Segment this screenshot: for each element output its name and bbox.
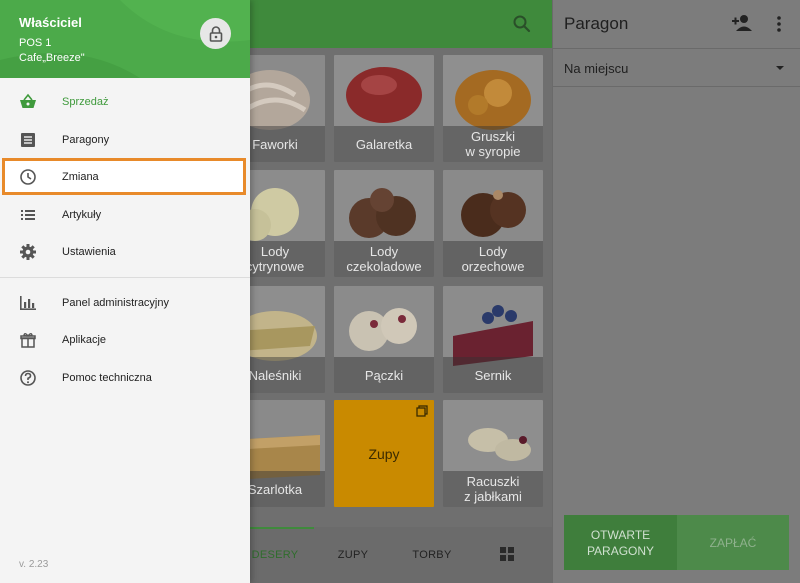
divider bbox=[553, 48, 800, 49]
lock-button[interactable] bbox=[200, 18, 231, 49]
tile-label: Lody czekoladowe bbox=[334, 241, 434, 277]
nav-label: Aplikacje bbox=[62, 334, 107, 346]
open-receipts-button[interactable]: OTWARTE PARAGONY bbox=[564, 515, 677, 570]
search-icon[interactable] bbox=[510, 12, 534, 36]
nav-label: Ustawienia bbox=[62, 246, 116, 258]
product-tile[interactable]: Lody orzechowe bbox=[443, 170, 543, 277]
nav-item-artykuly[interactable]: Artykuły bbox=[0, 197, 250, 233]
nav-item-paragony[interactable]: Paragony bbox=[0, 122, 250, 158]
bar-chart-icon bbox=[20, 296, 36, 310]
user-role: Właściciel bbox=[19, 15, 82, 30]
divider bbox=[0, 277, 250, 278]
product-tile[interactable]: Pączki bbox=[334, 286, 434, 393]
add-customer-icon[interactable] bbox=[731, 13, 753, 33]
list-icon bbox=[21, 210, 35, 220]
product-tile[interactable]: Galaretka bbox=[334, 55, 434, 162]
tile-label: Galaretka bbox=[334, 126, 434, 162]
nav-item-aplikacje[interactable]: Aplikacje bbox=[0, 322, 250, 358]
nav-item-zmiana[interactable]: Zmiana bbox=[0, 159, 250, 195]
product-tile[interactable]: Racuszki z jabłkami bbox=[443, 400, 543, 507]
nav-label: Artykuły bbox=[62, 209, 102, 221]
receipt-panel: Paragon Na miejscu OTWARTE PARAGONY ZAPŁ… bbox=[552, 0, 800, 583]
dropdown-arrow-icon[interactable] bbox=[775, 64, 785, 72]
nav-label: Zmiana bbox=[62, 171, 99, 183]
nav-label: Panel administracyjny bbox=[62, 297, 169, 309]
navigation-drawer: Właściciel POS 1 Cafe„Breeze" Sprzedaż P… bbox=[0, 0, 250, 583]
tile-label: Gruszki w syropie bbox=[443, 126, 543, 162]
tile-label: Racuszki z jabłkami bbox=[443, 471, 543, 507]
tab-desery[interactable]: DESERY bbox=[250, 527, 300, 583]
basket-icon bbox=[20, 93, 36, 108]
divider bbox=[553, 86, 800, 87]
nav-item-ustawienia[interactable]: Ustawienia bbox=[0, 234, 250, 270]
clock-icon bbox=[20, 169, 36, 185]
product-tile[interactable]: Sernik bbox=[443, 286, 543, 393]
folder-stack-icon bbox=[416, 405, 428, 417]
pos-name: POS 1 bbox=[19, 37, 52, 49]
app-version: v. 2.23 bbox=[19, 559, 49, 570]
tile-label: Sernik bbox=[443, 357, 543, 393]
more-vert-icon[interactable] bbox=[775, 14, 783, 34]
tab-zupy[interactable]: ZUPY bbox=[330, 527, 376, 583]
product-tile[interactable]: Lody czekoladowe bbox=[334, 170, 434, 277]
nav-item-sprzedaz[interactable]: Sprzedaż bbox=[0, 84, 250, 120]
active-tab-indicator bbox=[250, 527, 314, 529]
lock-icon bbox=[209, 25, 222, 42]
nav-label: Sprzedaż bbox=[62, 96, 109, 108]
gear-icon bbox=[20, 244, 36, 260]
apps-icon bbox=[20, 333, 36, 348]
nav-label: Paragony bbox=[62, 134, 110, 146]
grid-view-icon[interactable] bbox=[500, 547, 514, 561]
pay-button[interactable]: ZAPŁAĆ bbox=[677, 515, 789, 570]
receipt-title: Paragon bbox=[564, 14, 629, 33]
drawer-header: Właściciel POS 1 Cafe„Breeze" bbox=[0, 0, 250, 78]
nav-item-pomoc-techniczna[interactable]: Pomoc techniczna bbox=[0, 360, 250, 396]
receipt-icon bbox=[21, 133, 35, 147]
tile-label: Lody orzechowe bbox=[443, 241, 543, 277]
order-type-select[interactable]: Na miejscu bbox=[564, 61, 628, 76]
tab-torby[interactable]: TORBY bbox=[408, 527, 456, 583]
help-icon bbox=[20, 370, 36, 386]
venue-name: Cafe„Breeze" bbox=[19, 52, 85, 64]
nav-label: Pomoc techniczna bbox=[62, 372, 152, 384]
tile-label: Pączki bbox=[334, 357, 434, 393]
nav-item-panel-administracyjny[interactable]: Panel administracyjny bbox=[0, 285, 250, 321]
product-tile[interactable]: Gruszki w syropie bbox=[443, 55, 543, 162]
category-folder-tile[interactable]: Zupy bbox=[334, 400, 434, 507]
